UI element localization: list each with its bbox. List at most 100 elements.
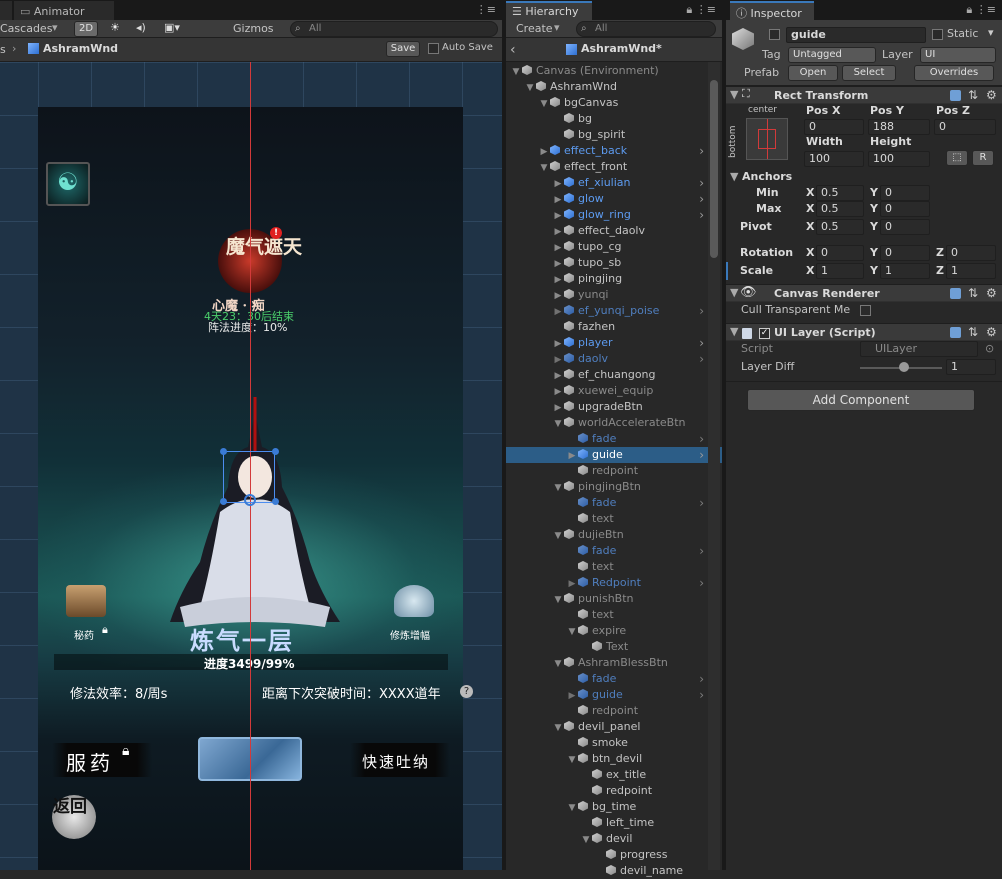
tab-animator[interactable]: ▭ Animator xyxy=(14,1,114,20)
open-prefab-icon[interactable]: › xyxy=(699,575,704,591)
back-arrow-icon[interactable]: ‹ xyxy=(510,42,516,58)
hierarchy-search-input[interactable]: All xyxy=(576,21,716,37)
expand-arrow-right-icon[interactable]: ▶ xyxy=(552,256,564,272)
open-prefab-icon[interactable]: › xyxy=(699,335,704,351)
canvas-renderer-header[interactable]: ▼ 👁︎ Canvas Renderer ⇅ ⚙ xyxy=(726,284,1002,302)
collapse-arrow-icon[interactable]: ▼ xyxy=(730,88,738,101)
expand-arrow-down-icon[interactable]: ▼ xyxy=(566,624,578,640)
layer-dropdown[interactable]: UI xyxy=(920,47,996,63)
expand-arrow-down-icon[interactable]: ▼ xyxy=(580,832,592,848)
hierarchy-item[interactable]: ▶ guide › xyxy=(506,447,722,463)
hierarchy-item[interactable]: ▶ ef_chuangong xyxy=(506,367,722,383)
medicine-chest-icon[interactable] xyxy=(66,585,106,617)
anchor-preset-button[interactable] xyxy=(746,118,788,160)
open-prefab-icon[interactable]: › xyxy=(699,543,704,559)
hierarchy-item[interactable]: redpoint xyxy=(506,463,722,479)
expand-arrow-right-icon[interactable]: ▶ xyxy=(552,288,564,304)
hierarchy-item[interactable]: ▶ yunqi xyxy=(506,287,722,303)
hierarchy-item[interactable]: Text xyxy=(506,639,722,655)
handle-bottom-left[interactable] xyxy=(220,498,227,505)
tag-dropdown[interactable]: Untagged xyxy=(788,47,876,63)
open-prefab-icon[interactable]: › xyxy=(699,431,704,447)
hierarchy-item[interactable]: fade › xyxy=(506,543,722,559)
static-dropdown-icon[interactable]: ▾ xyxy=(988,26,994,39)
hierarchy-item[interactable]: ▼ Canvas (Environment) xyxy=(506,63,722,79)
scene-search-input[interactable]: All xyxy=(290,21,498,37)
hierarchy-item[interactable]: ▼ punishBtn xyxy=(506,591,722,607)
formation-icon[interactable]: ☯ xyxy=(46,162,90,206)
rotation-z-input[interactable]: 0 xyxy=(946,245,996,261)
expand-arrow-right-icon[interactable]: ▶ xyxy=(552,336,564,352)
hierarchy-item[interactable]: ▼ worldAccelerateBtn xyxy=(506,415,722,431)
anchor-max-x-input[interactable]: 0.5 xyxy=(816,201,864,217)
open-prefab-icon[interactable]: › xyxy=(699,687,704,703)
preset-icon[interactable]: ⇅ xyxy=(968,325,978,339)
open-prefab-icon[interactable]: › xyxy=(699,175,704,191)
anchor-min-y-input[interactable]: 0 xyxy=(880,185,930,201)
prefab-open-button[interactable]: Open xyxy=(788,65,838,81)
gizmos-dropdown[interactable]: Gizmos xyxy=(233,22,274,35)
mode-2d-button[interactable]: 2D xyxy=(74,21,98,37)
auto-save-checkbox[interactable] xyxy=(428,43,439,54)
help-icon[interactable]: ? xyxy=(460,685,473,698)
expand-arrow-right-icon[interactable]: ▶ xyxy=(552,224,564,240)
expand-arrow-right-icon[interactable]: ▶ xyxy=(566,688,578,704)
hierarchy-item[interactable]: fazhen xyxy=(506,319,722,335)
prefab-select-button[interactable]: Select xyxy=(842,65,896,81)
expand-arrow-right-icon[interactable]: ▶ xyxy=(552,400,564,416)
hierarchy-item[interactable]: redpoint xyxy=(506,783,722,799)
layer-diff-slider-handle[interactable] xyxy=(899,362,909,372)
hierarchy-item[interactable]: ▶ glow › xyxy=(506,191,722,207)
help-icon[interactable] xyxy=(950,288,961,299)
open-prefab-icon[interactable]: › xyxy=(699,495,704,511)
open-prefab-icon[interactable]: › xyxy=(699,303,704,319)
hierarchy-item[interactable]: ▶ effect_back › xyxy=(506,143,722,159)
inspector-lock-icon[interactable]: 🔒︎ ⋮≡ xyxy=(966,3,996,17)
open-prefab-icon[interactable]: › xyxy=(699,207,704,223)
incense-burner-icon[interactable] xyxy=(394,585,434,617)
hierarchy-item[interactable]: devil_name xyxy=(506,863,722,879)
effects-icon[interactable]: ▣▾ xyxy=(164,21,180,34)
blueprint-mode-button[interactable]: ⬚ xyxy=(946,150,968,166)
tab-hierarchy[interactable]: ☰ Hierarchy xyxy=(506,1,592,20)
collapse-arrow-icon[interactable]: ▼ xyxy=(730,286,738,299)
expand-arrow-down-icon[interactable]: ▼ xyxy=(524,80,536,96)
expand-arrow-right-icon[interactable]: ▶ xyxy=(552,240,564,256)
hierarchy-item[interactable]: ▼ bgCanvas xyxy=(506,95,722,111)
hierarchy-item[interactable]: ▼ AshramBlessBtn xyxy=(506,655,722,671)
help-icon[interactable] xyxy=(950,327,961,338)
panel-menu-icon[interactable]: ⋮≡ xyxy=(476,3,496,16)
layer-diff-input[interactable]: 1 xyxy=(946,359,996,375)
hierarchy-item[interactable]: ▼ dujieBtn xyxy=(506,527,722,543)
pivot-handle[interactable] xyxy=(244,494,256,506)
hierarchy-item[interactable]: fade › xyxy=(506,495,722,511)
hierarchy-item[interactable]: ▼ bg_time xyxy=(506,799,722,815)
scale-x-input[interactable]: 1 xyxy=(816,263,864,279)
width-input[interactable]: 100 xyxy=(804,151,864,167)
expand-arrow-down-icon[interactable]: ▼ xyxy=(566,800,578,816)
hierarchy-item[interactable]: smoke xyxy=(506,735,722,751)
handle-bottom-right[interactable] xyxy=(272,498,279,505)
hierarchy-item[interactable]: ▶ upgradeBtn xyxy=(506,399,722,415)
expand-arrow-right-icon[interactable]: ▶ xyxy=(566,448,578,464)
hierarchy-item[interactable]: ▶ tupo_sb xyxy=(506,255,722,271)
open-prefab-icon[interactable]: › xyxy=(699,143,704,159)
rotation-y-input[interactable]: 0 xyxy=(880,245,930,261)
expand-arrow-right-icon[interactable]: ▶ xyxy=(552,352,564,368)
handle-top-right[interactable] xyxy=(272,448,279,455)
expand-arrow-down-icon[interactable]: ▼ xyxy=(510,64,522,80)
pos-y-input[interactable]: 188 xyxy=(868,119,930,135)
scene-view[interactable]: ☯ 魔气遮天 ! 心魔 · 痴 4天23：30后结束 阵法进度：10% 秘药 🔒… xyxy=(0,62,502,870)
help-icon[interactable] xyxy=(950,90,961,101)
expand-arrow-down-icon[interactable]: ▼ xyxy=(552,656,564,672)
tab-inspector[interactable]: ⓘ Inspector xyxy=(730,1,814,20)
hierarchy-item[interactable]: ▼ expire xyxy=(506,623,722,639)
expand-arrow-right-icon[interactable]: ▶ xyxy=(552,192,564,208)
pivot-x-input[interactable]: 0.5 xyxy=(816,219,864,235)
expand-arrow-down-icon[interactable]: ▼ xyxy=(552,528,564,544)
hierarchy-item[interactable]: fade › xyxy=(506,671,722,687)
open-prefab-icon[interactable]: › xyxy=(699,447,704,463)
create-dropdown[interactable]: Create xyxy=(516,22,553,35)
hierarchy-item[interactable]: ▼ devil xyxy=(506,831,722,847)
breadcrumb-asset[interactable]: AshramWnd xyxy=(43,42,118,55)
